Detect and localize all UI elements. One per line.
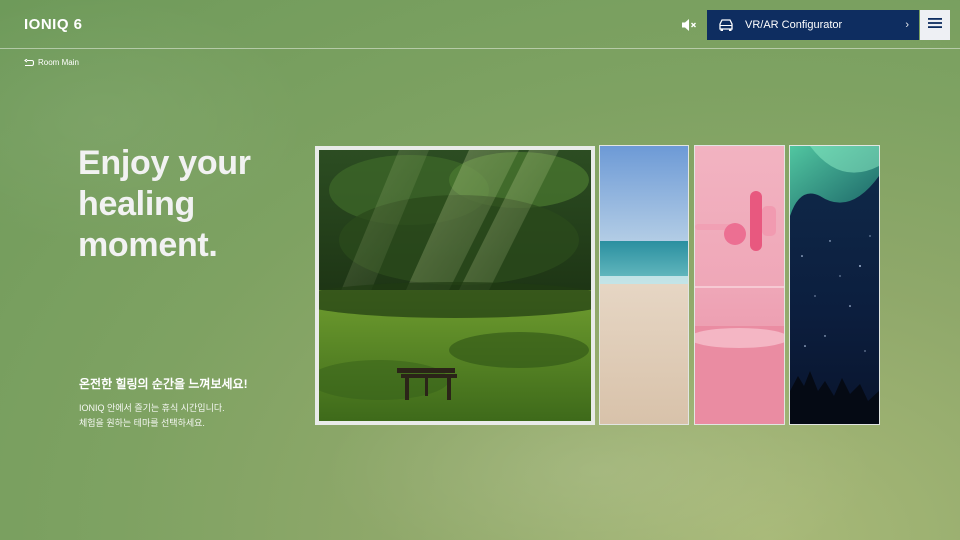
back-arrow-icon — [24, 58, 35, 67]
description-line: IONIQ 안에서 즐기는 휴식 시간입니다. — [79, 403, 225, 413]
theme-card-forest[interactable] — [315, 146, 595, 425]
hero-title: Enjoy your healing moment. — [78, 143, 251, 266]
forest-scene-image — [319, 150, 591, 421]
hero-title-line: Enjoy your — [78, 144, 251, 182]
car-icon — [717, 18, 735, 32]
theme-card-beach[interactable] — [599, 145, 689, 425]
chevron-right-icon: › — [905, 19, 909, 31]
breadcrumb-back-link[interactable]: Room Main — [24, 58, 79, 67]
hero-title-line: moment. — [78, 226, 218, 264]
brand-logo[interactable]: IONIQ 6 — [24, 16, 83, 33]
theme-card-aurora[interactable] — [789, 145, 880, 425]
aurora-scene-image — [790, 146, 879, 424]
header-divider — [0, 48, 960, 49]
description-line: 체험을 원하는 테마를 선택하세요. — [79, 418, 205, 428]
hero-title-line: healing — [78, 185, 195, 223]
intro-description: IONIQ 안에서 즐기는 휴식 시간입니다. 체험을 원하는 테마를 선택하세… — [79, 401, 225, 431]
configurator-label: VR/AR Configurator — [745, 19, 843, 31]
intro-subheading: 온전한 힐링의 순간을 느껴보세요! — [79, 377, 248, 391]
vr-ar-configurator-button[interactable]: VR/AR Configurator › — [707, 10, 919, 40]
pink-space-scene-image — [695, 146, 784, 424]
beach-scene-image — [600, 146, 688, 424]
menu-button[interactable] — [920, 10, 950, 40]
theme-card-pink-space[interactable] — [694, 145, 785, 425]
speaker-muted-icon[interactable] — [680, 16, 698, 34]
hamburger-menu-icon — [928, 16, 942, 34]
breadcrumb-label: Room Main — [38, 58, 79, 67]
